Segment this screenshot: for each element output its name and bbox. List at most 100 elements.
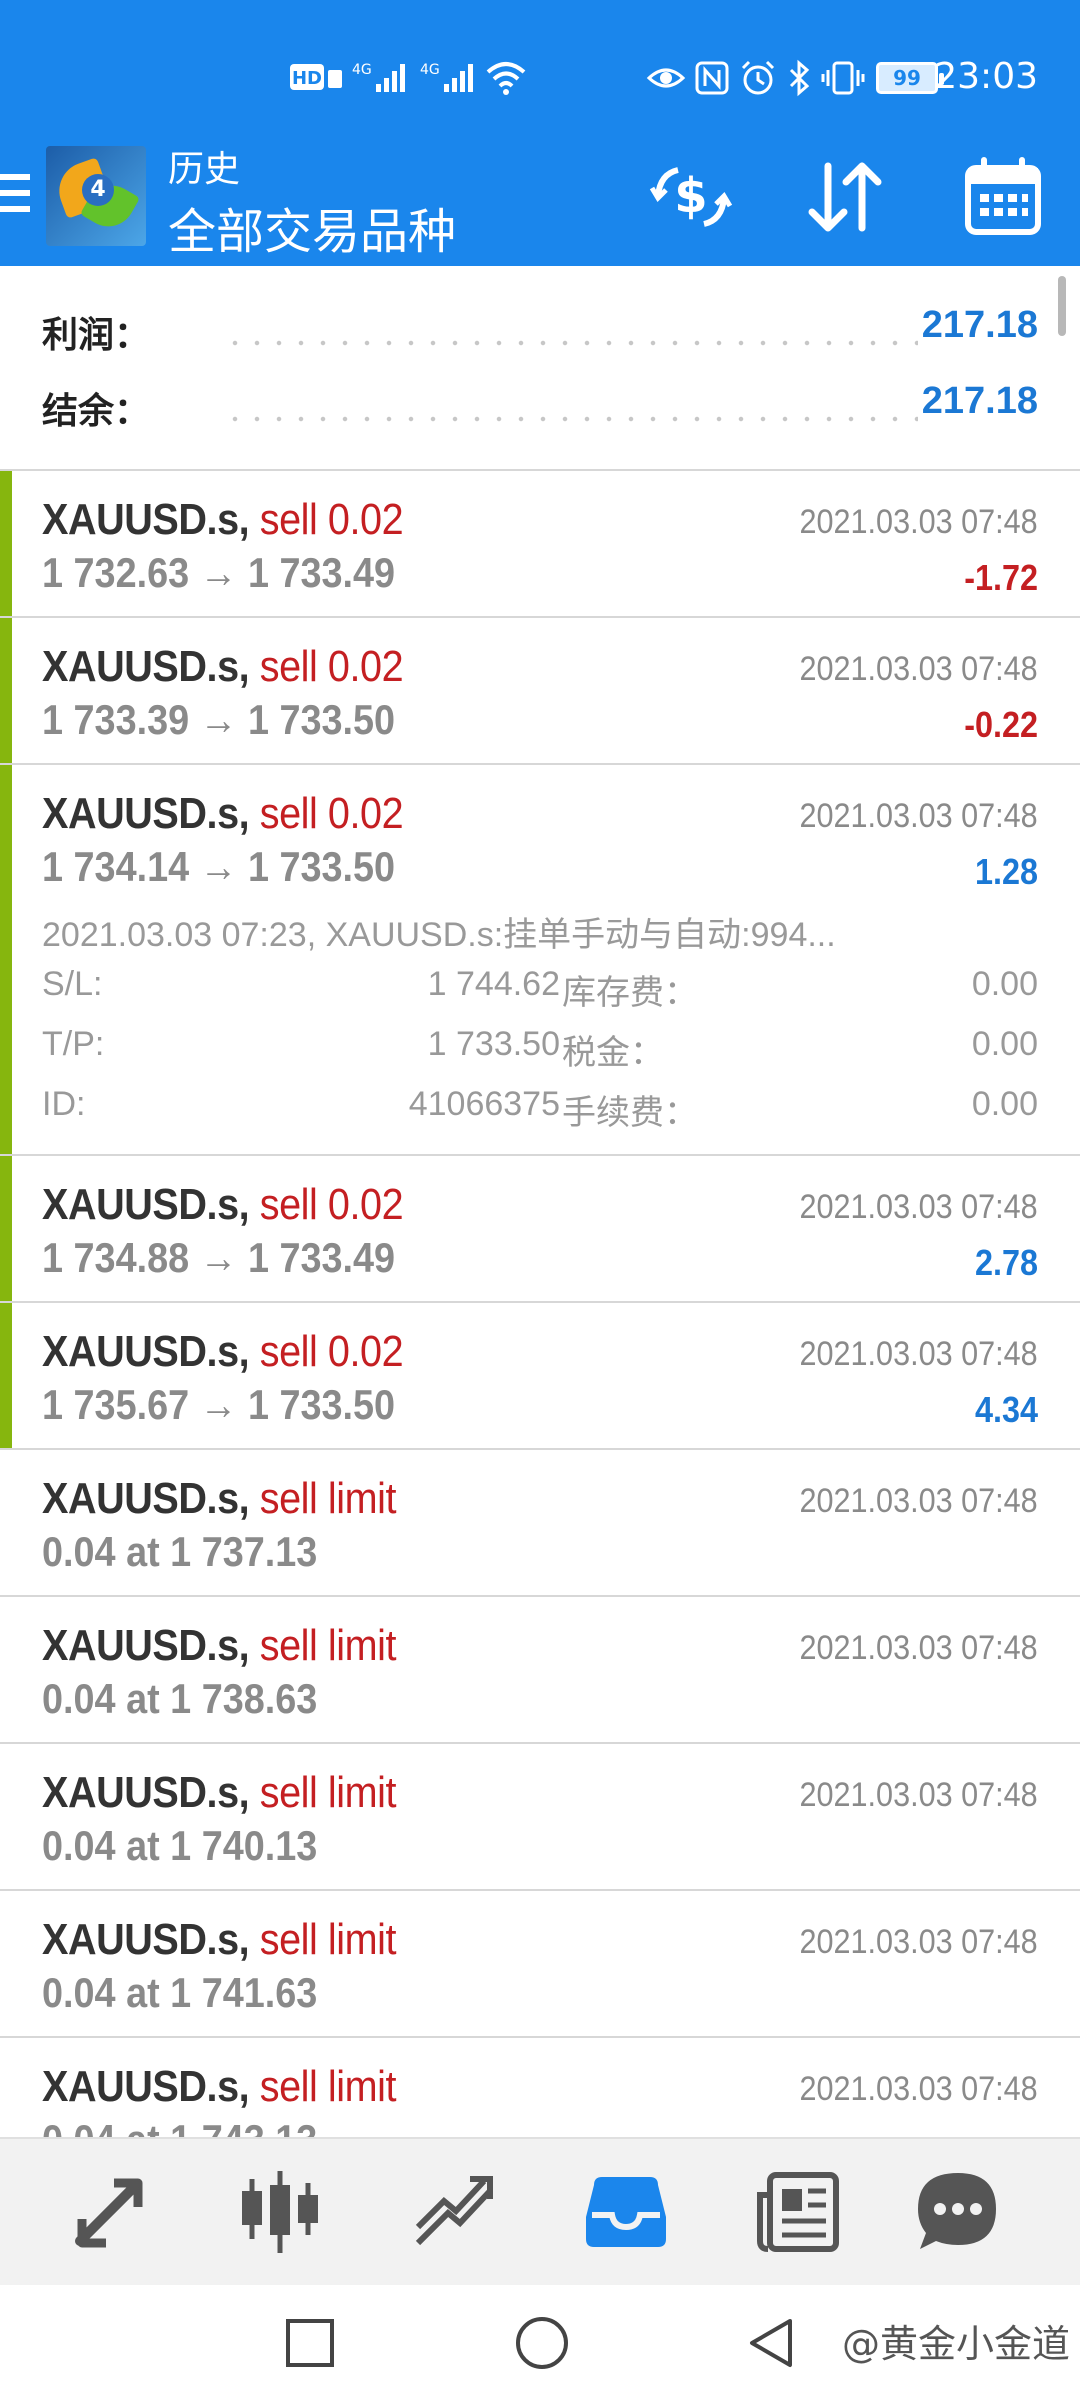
order-time: 2021.03.03 07:48 xyxy=(799,2070,1038,2108)
balance-row: 结余： 217.18 xyxy=(42,380,1038,442)
deal-symbol: XAUUSD.s, sell 0.02 xyxy=(42,495,404,544)
deal-prices: 1 734.14 → 1 733.50 xyxy=(42,843,396,890)
deal-row[interactable]: XAUUSD.s, sell 0.02 1 735.67 → 1 733.50 … xyxy=(0,1303,1080,1450)
deal-indicator-bar xyxy=(0,765,12,1154)
recents-icon[interactable] xyxy=(282,2315,338,2371)
profit-row: 利润： 217.18 xyxy=(42,304,1038,366)
deal-prices: 1 733.39 → 1 733.50 xyxy=(42,696,396,743)
history-list[interactable]: XAUUSD.s, sell 0.02 1 732.63 → 1 733.49 … xyxy=(0,471,1080,2137)
battery-indicator: 99 xyxy=(876,62,944,94)
deal-symbol: XAUUSD.s, sell 0.02 xyxy=(42,1180,404,1229)
order-row[interactable]: XAUUSD.s, sell limit 0.04 at 1 738.63 20… xyxy=(0,1597,1080,1744)
trade-icon[interactable] xyxy=(404,2161,504,2261)
detail-row-tp: T/P: 1 733.50 税金： 0.00 xyxy=(42,1025,1038,1072)
clock: 23:03 xyxy=(934,56,1038,97)
deal-time: 2021.03.03 07:48 xyxy=(799,1335,1038,1373)
page-title[interactable]: 全部交易品种 xyxy=(168,192,456,262)
svg-text:4G: 4G xyxy=(420,62,440,78)
profit-value: 217.18 xyxy=(921,304,1038,346)
deal-indicator-bar xyxy=(0,471,12,616)
deal-side: sell 0.02 xyxy=(259,495,404,544)
deal-comment: 2021.03.03 07:23, XAUUSD.s:挂单手动与自动:994..… xyxy=(42,916,836,954)
news-icon[interactable] xyxy=(750,2161,850,2261)
order-type: sell limit xyxy=(259,2062,397,2111)
bluetooth-icon xyxy=(789,59,810,97)
scrollbar[interactable] xyxy=(1058,276,1066,336)
hd-icon: HD xyxy=(290,64,342,90)
detail-row-sl: S/L: 1 744.62 库存费： 0.00 xyxy=(42,965,1038,1012)
order-time: 2021.03.03 07:48 xyxy=(799,1923,1038,1961)
currency-exchange-icon[interactable]: $ xyxy=(646,152,736,242)
app-logo: 4 xyxy=(46,146,146,246)
deal-profit: -0.22 xyxy=(964,704,1038,745)
detail-row-id: ID: 41066375 手续费： 0.00 xyxy=(42,1085,1038,1132)
order-type: sell limit xyxy=(259,1474,397,1523)
bottom-navigation xyxy=(0,2137,1080,2285)
back-icon[interactable] xyxy=(744,2315,800,2371)
deal-time: 2021.03.03 07:48 xyxy=(799,1188,1038,1226)
deal-profit: 2.78 xyxy=(974,1242,1038,1283)
deal-time: 2021.03.03 07:48 xyxy=(799,650,1038,688)
deal-side: sell 0.02 xyxy=(259,1180,404,1229)
vibrate-icon xyxy=(821,61,865,95)
dotted-leader xyxy=(224,340,918,346)
deal-indicator-bar xyxy=(0,1156,12,1301)
wifi-icon xyxy=(486,62,526,95)
order-row[interactable]: XAUUSD.s, sell limit 0.04 at 1 740.13 20… xyxy=(0,1744,1080,1891)
deal-side: sell 0.02 xyxy=(259,1327,404,1376)
deal-symbol: XAUUSD.s, sell 0.02 xyxy=(42,1327,404,1376)
calendar-icon[interactable] xyxy=(958,152,1048,242)
status-bar: HD 4G 4G 99 23:03 xyxy=(0,48,1080,112)
deal-row[interactable]: XAUUSD.s, sell 0.02 1 733.39 → 1 733.50 … xyxy=(0,618,1080,765)
watermark: @黄金小金道 xyxy=(841,2322,1070,2366)
deal-profit: 1.28 xyxy=(974,851,1038,892)
deal-indicator-bar xyxy=(0,1303,12,1448)
4g-signal-icon: 4G xyxy=(352,62,405,92)
order-row[interactable]: XAUUSD.s, sell limit 0.04 at 1 741.63 20… xyxy=(0,1891,1080,2038)
page-subtitle: 历史 xyxy=(168,149,241,190)
svg-text:HD: HD xyxy=(292,68,322,89)
order-symbol: XAUUSD.s, sell limit xyxy=(42,1768,397,1817)
chat-icon[interactable] xyxy=(908,2161,1008,2261)
home-icon[interactable] xyxy=(512,2313,572,2373)
deal-profit: -1.72 xyxy=(964,557,1038,598)
deal-side: sell 0.02 xyxy=(259,642,404,691)
summary-panel: 利润： 217.18 结余： 217.18 xyxy=(0,266,1080,471)
sort-icon[interactable] xyxy=(800,152,890,242)
dotted-leader xyxy=(224,416,918,422)
deal-row[interactable]: XAUUSD.s, sell 0.02 1 734.88 → 1 733.49 … xyxy=(0,1156,1080,1303)
alarm-icon xyxy=(741,60,775,95)
order-type: sell limit xyxy=(259,1621,397,1670)
order-row[interactable]: XAUUSD.s, sell limit 0.04 at 1 737.13 20… xyxy=(0,1450,1080,1597)
order-time: 2021.03.03 07:48 xyxy=(799,1629,1038,1667)
deal-prices: 1 734.88 → 1 733.49 xyxy=(42,1234,396,1281)
history-icon[interactable] xyxy=(576,2161,676,2261)
order-symbol: XAUUSD.s, sell limit xyxy=(42,2062,397,2111)
deal-symbol: XAUUSD.s, sell 0.02 xyxy=(42,789,404,838)
balance-label: 结余： xyxy=(42,391,151,432)
balance-value: 217.18 xyxy=(921,380,1038,422)
profit-label: 利润： xyxy=(42,315,151,356)
order-volume-price: 0.04 at 1 738.63 xyxy=(42,1675,318,1722)
chart-icon[interactable] xyxy=(230,2161,330,2261)
nfc-icon xyxy=(695,61,729,95)
quotes-icon[interactable] xyxy=(60,2161,160,2261)
deal-prices: 1 732.63 → 1 733.49 xyxy=(42,549,396,596)
order-time: 2021.03.03 07:48 xyxy=(799,1776,1038,1814)
deal-side: sell 0.02 xyxy=(259,789,404,838)
order-type: sell limit xyxy=(259,1915,397,1964)
order-volume-price: 0.04 at 1 740.13 xyxy=(42,1822,318,1869)
order-symbol: XAUUSD.s, sell limit xyxy=(42,1915,397,1964)
deal-row[interactable]: XAUUSD.s, sell 0.02 1 732.63 → 1 733.49 … xyxy=(0,471,1080,618)
order-type: sell limit xyxy=(259,1768,397,1817)
deal-row-expanded[interactable]: XAUUSD.s, sell 0.02 1 734.14 → 1 733.50 … xyxy=(0,765,1080,1156)
deal-profit: 4.34 xyxy=(974,1389,1038,1430)
order-symbol: XAUUSD.s, sell limit xyxy=(42,1621,397,1670)
deal-symbol: XAUUSD.s, sell 0.02 xyxy=(42,642,404,691)
order-volume-price: 0.04 at 1 743.13 xyxy=(42,2116,317,2137)
header: HD 4G 4G 99 23:03 4 历史 全部交易品种 $ xyxy=(0,0,1080,266)
order-volume-price: 0.04 at 1 737.13 xyxy=(42,1528,318,1575)
order-row[interactable]: XAUUSD.s, sell limit 0.04 at 1 743.13 20… xyxy=(0,2038,1080,2137)
deal-time: 2021.03.03 07:48 xyxy=(799,797,1038,835)
menu-icon[interactable] xyxy=(0,174,30,222)
